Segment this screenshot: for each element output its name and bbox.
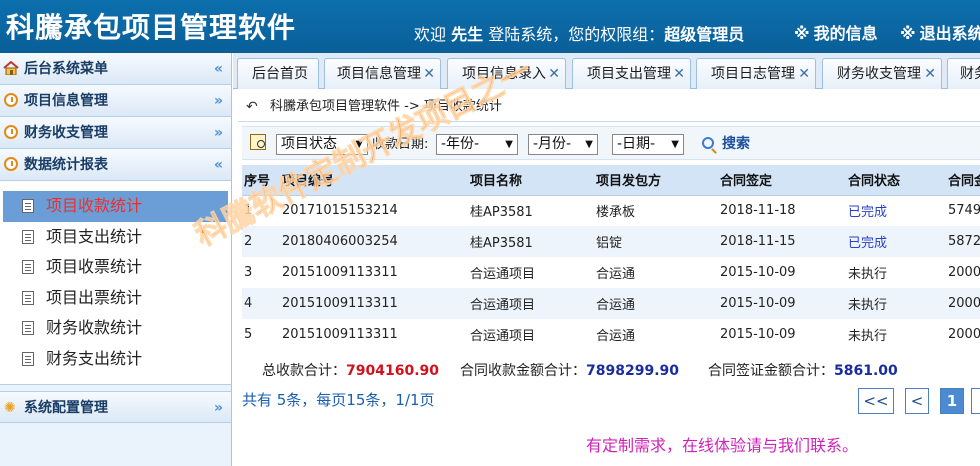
- current-page-button[interactable]: 1: [940, 388, 964, 414]
- clock-icon: [4, 93, 18, 107]
- next-page-button[interactable]: [971, 388, 980, 414]
- date-label: 收款日期:: [372, 137, 429, 152]
- table-row[interactable]: 4 20151009113311 合运通项目 合运通 2015-10-09 未执…: [242, 288, 980, 319]
- close-icon[interactable]: ✕: [423, 59, 435, 89]
- tab-bar: 后台首页 项目信息管理 ✕ 项目信息录入 ✕ 项目支出管理 ✕ 项目日志管理 ✕ 财务收…: [233, 53, 980, 89]
- contract-received-value: 7898299.90: [586, 363, 679, 379]
- breadcrumb: ↶ 科騰承包项目管理软件 -> 项目收款统计: [238, 92, 980, 122]
- sidebar: 后台系统菜单 « 项目信息管理 » 财务收支管理 » 数据统计报表 « 项目收款…: [0, 53, 232, 466]
- filter-bar: 项目状态 ▼ 收款日期: -年份- ▼ -月份- ▼ -日期- ▼ 搜索: [242, 126, 980, 160]
- close-x-icon: ※: [794, 24, 810, 43]
- sidebar-item-project-invoices-in[interactable]: 项目收票统计: [0, 252, 231, 283]
- dropdown-arrow-icon: ▼: [505, 139, 513, 150]
- document-icon: [22, 199, 34, 213]
- expand-down-icon[interactable]: »: [214, 392, 223, 424]
- col-header[interactable]: 序号: [242, 165, 280, 196]
- back-arrow-icon[interactable]: ↶: [246, 100, 258, 114]
- total-received-value: 7904160.90: [346, 363, 439, 379]
- col-header[interactable]: 项目发包方: [594, 165, 718, 196]
- close-icon[interactable]: ✕: [673, 59, 685, 89]
- sidebar-menu-title[interactable]: 后台系统菜单 «: [0, 53, 231, 85]
- collapse-left-icon[interactable]: «: [214, 53, 223, 85]
- receipts-table: 序号 项目编号 项目名称 项目发包方 合同签定 合同状态 合同金 1 20171…: [242, 165, 980, 350]
- status-cell: 已完成: [848, 205, 888, 221]
- dropdown-arrow-icon: ▼: [671, 139, 679, 150]
- sidebar-section-config[interactable]: ✺ 系统配置管理 »: [0, 391, 231, 423]
- sidebar-item-project-expenses[interactable]: 项目支出统计: [0, 222, 231, 253]
- table-row[interactable]: 5 20151009113311 合运通项目 合运通 2015-10-09 未执…: [242, 319, 980, 350]
- contact-note: 有定制需求，在线体验请与我们联系。: [586, 436, 859, 455]
- collapse-up-icon[interactable]: «: [214, 149, 223, 181]
- sidebar-item-project-receipts[interactable]: 项目收款统计: [3, 191, 228, 222]
- top-header: 科騰承包项目管理软件 欢迎 先生 登陆系统，您的权限组：超级管理员 ※ 我的信息 …: [0, 0, 980, 53]
- stats-submenu: 项目收款统计 项目支出统计 项目收票统计 项目出票统计 财务收款统计 财务支出统…: [0, 181, 231, 385]
- clock-icon: [4, 125, 18, 139]
- status-cell: 未执行: [846, 288, 946, 319]
- col-header[interactable]: 项目编号: [280, 165, 468, 196]
- sidebar-item-finance-expenses[interactable]: 财务支出统计: [0, 344, 231, 375]
- col-header[interactable]: 合同状态: [846, 165, 946, 196]
- close-x-icon: ※: [900, 24, 916, 43]
- sidebar-item-finance-receipts[interactable]: 财务收款统计: [0, 313, 231, 344]
- dropdown-arrow-icon: ▼: [355, 139, 363, 150]
- col-header[interactable]: 合同金: [946, 165, 980, 196]
- table-row[interactable]: 2 20180406003254 桂AP3581 铝锭 2018-11-15 已…: [242, 226, 980, 257]
- status-cell: 已完成: [846, 226, 946, 257]
- main-content: ↶ 科騰承包项目管理软件 -> 项目收款统计 项目状态 ▼ 收款日期: -年份- ▼…: [238, 92, 980, 466]
- table-header-row: 序号 项目编号 项目名称 项目发包方 合同签定 合同状态 合同金: [242, 165, 980, 196]
- pagination-summary: 共有 5条，每页15条，1/1页: [242, 391, 435, 409]
- expand-down-icon[interactable]: »: [214, 85, 223, 117]
- my-info-link[interactable]: ※ 我的信息: [794, 20, 878, 44]
- document-icon: [22, 260, 34, 274]
- expand-down-icon[interactable]: »: [214, 117, 223, 149]
- dropdown-arrow-icon: ▼: [585, 139, 593, 150]
- table-row[interactable]: 3 20151009113311 合运通项目 合运通 2015-10-09 未执…: [242, 257, 980, 288]
- document-icon: [22, 351, 34, 366]
- deposit-total-value: 5861.00: [834, 363, 898, 379]
- status-select[interactable]: 项目状态 ▼: [276, 134, 368, 155]
- month-select[interactable]: -月份- ▼: [528, 134, 598, 155]
- col-header[interactable]: 项目名称: [468, 165, 594, 196]
- tab-project-entry[interactable]: 项目信息录入 ✕: [447, 58, 566, 89]
- sidebar-section-project-info[interactable]: 项目信息管理 »: [0, 85, 231, 117]
- clock-icon: [4, 157, 18, 171]
- close-icon[interactable]: ✕: [798, 59, 810, 89]
- search-button[interactable]: 搜索: [702, 134, 750, 155]
- search-icon: [702, 137, 714, 149]
- filter-icon: [250, 134, 266, 150]
- sidebar-section-stats[interactable]: 数据统计报表 «: [0, 149, 231, 181]
- tab-finance-2[interactable]: 财务: [947, 58, 980, 89]
- logout-link[interactable]: ※ 退出系统: [900, 20, 980, 44]
- document-icon: [22, 290, 34, 305]
- table-row[interactable]: 1 20171015153214 桂AP3581 楼承板 2018-11-18 …: [242, 195, 980, 226]
- totals-row: 总收款合计：7904160.90 合同收款金额合计：7898299.90 合同签…: [262, 363, 898, 379]
- home-icon: [3, 61, 19, 75]
- document-icon: [22, 229, 34, 244]
- sidebar-section-finance[interactable]: 财务收支管理 »: [0, 117, 231, 149]
- status-cell: 未执行: [848, 329, 888, 344]
- tab-home[interactable]: 后台首页: [237, 58, 319, 89]
- col-header[interactable]: 合同签定: [718, 165, 846, 196]
- day-select[interactable]: -日期- ▼: [612, 134, 684, 155]
- tab-project-log[interactable]: 项目日志管理 ✕: [696, 58, 816, 89]
- tab-finance[interactable]: 财务收支管理 ✕: [822, 58, 942, 89]
- user-name: 先生: [451, 25, 484, 44]
- gear-icon: ✺: [4, 400, 16, 416]
- status-cell: 未执行: [848, 267, 888, 282]
- app-title: 科騰承包项目管理软件: [6, 11, 297, 44]
- sidebar-item-project-invoices-out[interactable]: 项目出票统计: [0, 283, 231, 314]
- close-icon[interactable]: ✕: [548, 59, 560, 89]
- tab-project-expense[interactable]: 项目支出管理 ✕: [572, 58, 691, 89]
- close-icon[interactable]: ✕: [924, 59, 936, 89]
- role-name: 超级管理员: [664, 25, 745, 44]
- tab-project-info[interactable]: 项目信息管理 ✕: [324, 58, 441, 89]
- prev-page-button[interactable]: <: [905, 388, 929, 414]
- year-select[interactable]: -年份- ▼: [436, 134, 518, 155]
- welcome-text: 欢迎 先生 登陆系统，您的权限组：超级管理员: [414, 25, 745, 44]
- document-icon: [22, 321, 34, 335]
- first-page-button[interactable]: <<: [858, 388, 894, 414]
